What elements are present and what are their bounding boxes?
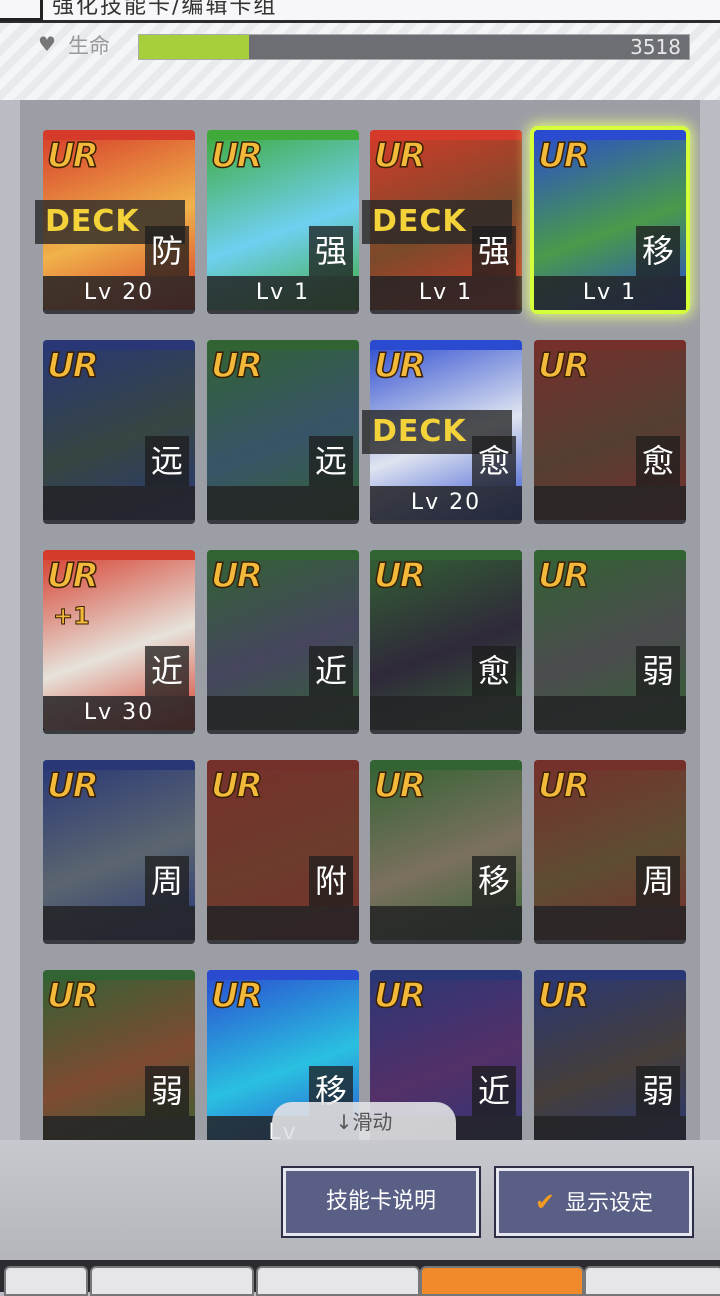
- card-rarity: UR: [373, 555, 426, 597]
- back-button[interactable]: [0, 0, 43, 21]
- card-level: Lv 1: [534, 276, 686, 310]
- card-rarity: UR: [210, 345, 263, 387]
- check-icon: ✔: [534, 1188, 556, 1216]
- card-type-badge: 强: [309, 226, 353, 276]
- card-rarity: UR: [210, 555, 263, 597]
- card-level: [534, 696, 686, 730]
- skill-card[interactable]: UR 周: [43, 760, 195, 940]
- hp-value: 3518: [630, 35, 681, 59]
- top-header: 强化技能卡/编辑卡组 ♥ 生命 3518: [0, 0, 720, 100]
- card-rarity: UR: [46, 765, 99, 807]
- display-settings-button[interactable]: ✔ 显示设定: [496, 1168, 692, 1236]
- card-rarity: UR: [46, 135, 99, 177]
- skill-card[interactable]: UR 弱: [534, 550, 686, 730]
- card-level: [370, 906, 522, 940]
- card-rarity: UR: [537, 135, 590, 177]
- card-level: [370, 696, 522, 730]
- skill-card[interactable]: UR 移: [370, 760, 522, 940]
- card-type-badge: 愈: [472, 436, 516, 486]
- heart-icon: ♥: [38, 32, 56, 56]
- hp-bar-fill: [139, 35, 249, 59]
- skill-card[interactable]: UR +1 近 Lv 30: [43, 550, 195, 730]
- card-level: [207, 486, 359, 520]
- card-type-badge: 周: [145, 856, 189, 906]
- header-bar: 强化技能卡/编辑卡组: [0, 0, 720, 23]
- skill-card-info-label: 技能卡说明: [325, 1189, 436, 1214]
- card-rarity: UR: [210, 975, 263, 1017]
- card-rarity: UR: [537, 765, 590, 807]
- card-type-badge: 愈: [636, 436, 680, 486]
- card-level: Lv 1: [370, 276, 522, 310]
- card-rarity: UR: [373, 765, 426, 807]
- card-type-badge: 防: [145, 226, 189, 276]
- hp-bar: 3518: [138, 34, 690, 60]
- card-type-badge: 周: [636, 856, 680, 906]
- card-type-badge: 愈: [472, 646, 516, 696]
- card-level: [43, 1116, 195, 1140]
- card-grid[interactable]: UR DECK 防 Lv 20 UR 强 Lv 1 UR DECK 强 Lv 1 UR 移 Lv 1 UR 远…: [20, 100, 700, 1140]
- card-rarity: UR: [210, 135, 263, 177]
- skill-card[interactable]: UR DECK 愈 Lv 20: [362, 340, 522, 520]
- card-type-badge: 远: [145, 436, 189, 486]
- skill-card-info-button[interactable]: 技能卡说明: [283, 1168, 479, 1236]
- card-type-badge: 弱: [636, 1066, 680, 1116]
- card-type-badge: 移: [472, 856, 516, 906]
- card-type-badge: 近: [145, 646, 189, 696]
- skill-card[interactable]: UR 近: [207, 550, 359, 730]
- card-type-badge: 强: [472, 226, 516, 276]
- skill-card[interactable]: UR 附: [207, 760, 359, 940]
- skill-card[interactable]: UR 强 Lv 1: [207, 130, 359, 310]
- card-type-badge: 近: [472, 1066, 516, 1116]
- card-rarity: UR: [537, 345, 590, 387]
- bottom-toolbar: 技能卡说明 ✔ 显示设定: [0, 1140, 720, 1260]
- card-level: [207, 696, 359, 730]
- card-type-badge: 移: [636, 226, 680, 276]
- skill-card[interactable]: UR DECK 强 Lv 1: [362, 130, 522, 310]
- page-title: 强化技能卡/编辑卡组: [52, 0, 278, 19]
- card-level: Lv 20: [370, 486, 522, 520]
- card-rarity: UR: [373, 135, 426, 177]
- card-rarity: UR: [46, 975, 99, 1017]
- card-level: Lv 30: [43, 696, 195, 730]
- card-rarity: UR: [537, 555, 590, 597]
- card-level: Lv 1: [207, 276, 359, 310]
- card-level: Lv 20: [43, 276, 195, 310]
- card-type-badge: 弱: [636, 646, 680, 696]
- card-level: [534, 906, 686, 940]
- card-rarity: UR: [46, 555, 99, 597]
- card-rarity: UR: [210, 765, 263, 807]
- card-type-badge: 弱: [145, 1066, 189, 1116]
- card-rarity: UR: [373, 345, 426, 387]
- skill-card[interactable]: UR DECK 防 Lv 20: [35, 130, 195, 310]
- card-level: [534, 1116, 686, 1140]
- skill-card[interactable]: UR 远: [43, 340, 195, 520]
- card-rarity: UR: [46, 345, 99, 387]
- card-rarity: UR: [373, 975, 426, 1017]
- card-level: [43, 906, 195, 940]
- card-plus: +1: [53, 602, 91, 631]
- card-type-badge: 附: [309, 856, 353, 906]
- card-level: [534, 486, 686, 520]
- hp-label: 生命: [68, 34, 110, 58]
- scroll-hint[interactable]: ↓滑动: [272, 1102, 456, 1142]
- card-type-badge: 近: [309, 646, 353, 696]
- card-type-badge: 远: [309, 436, 353, 486]
- skill-card[interactable]: UR 周: [534, 760, 686, 940]
- display-settings-label: 显示设定: [565, 1191, 654, 1216]
- card-level: [207, 906, 359, 940]
- card-level: [43, 486, 195, 520]
- tab-bar: [0, 1260, 720, 1296]
- skill-card[interactable]: UR 愈: [534, 340, 686, 520]
- skill-card[interactable]: UR 移 Lv 1: [534, 130, 686, 310]
- skill-card[interactable]: UR 远: [207, 340, 359, 520]
- skill-card[interactable]: UR 愈: [370, 550, 522, 730]
- skill-card[interactable]: UR 弱: [43, 970, 195, 1140]
- card-rarity: UR: [537, 975, 590, 1017]
- skill-card[interactable]: UR 弱: [534, 970, 686, 1140]
